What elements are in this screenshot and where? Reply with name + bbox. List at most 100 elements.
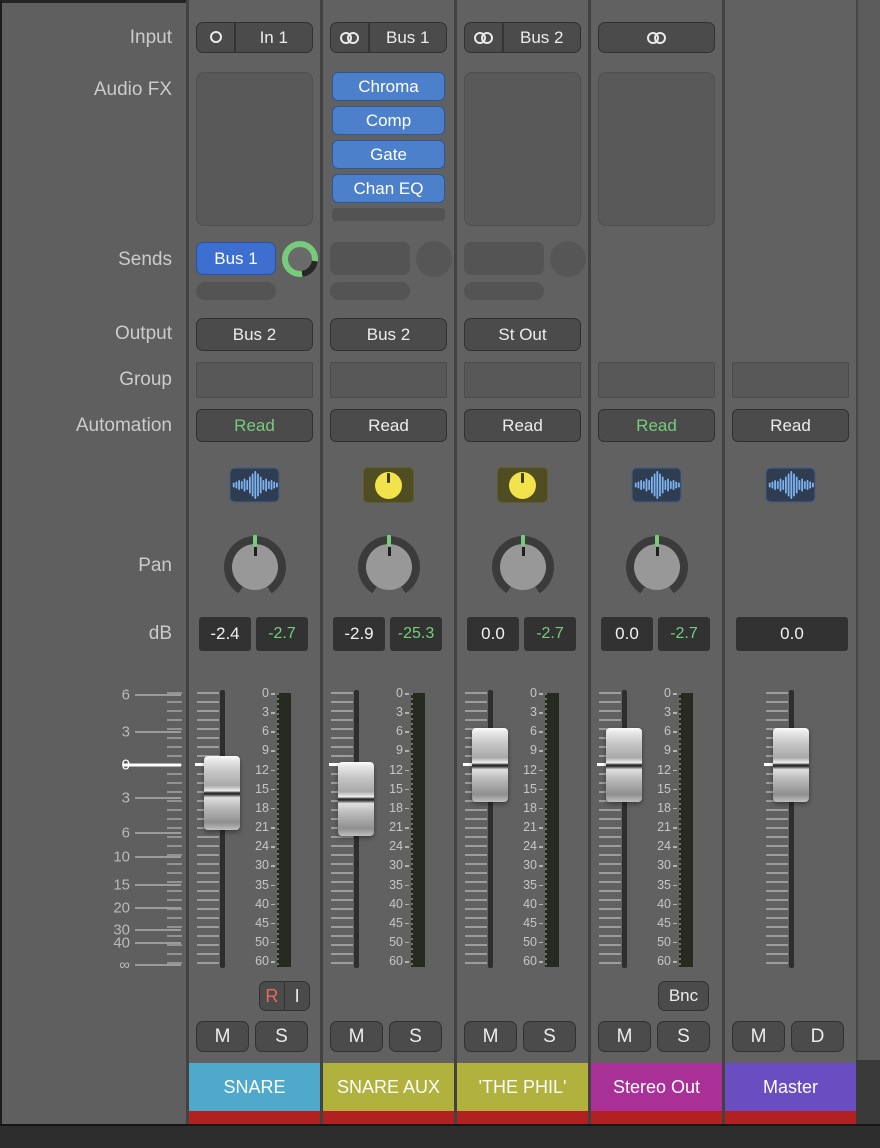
meter-scale-label: 50 <box>353 935 403 949</box>
input-select[interactable]: Bus 1 <box>330 22 447 53</box>
meter-scale-label: 45 <box>353 916 403 930</box>
meter-scale-label: 21 <box>621 820 671 834</box>
peak-db-value[interactable]: -2.7 <box>256 617 308 651</box>
automation-mode-button[interactable]: Read <box>196 409 313 442</box>
track-name[interactable]: Stereo Out <box>591 1063 722 1111</box>
automation-mode-button[interactable]: Read <box>330 409 447 442</box>
mute-button[interactable]: M <box>598 1021 651 1052</box>
track-type-icon[interactable] <box>229 467 280 503</box>
track-color-strip <box>189 1111 320 1124</box>
fx-empty-slot[interactable] <box>332 208 445 221</box>
volume-fader[interactable] <box>773 728 809 802</box>
empty-send-slot[interactable] <box>330 282 410 300</box>
input-monitor-button[interactable]: I <box>285 986 309 1007</box>
peak-db-value[interactable]: -2.7 <box>524 617 576 651</box>
pan-knob[interactable] <box>358 536 420 598</box>
input-format-icon <box>599 32 714 44</box>
fx-plugin-button[interactable]: Comp <box>332 106 445 135</box>
automation-mode-button[interactable]: Read <box>598 409 715 442</box>
meter-scale-label: 15 <box>219 782 269 796</box>
track-type-icon[interactable] <box>363 467 414 503</box>
meter-scale-label: 35 <box>353 878 403 892</box>
send-slot[interactable] <box>464 242 544 275</box>
peak-db-value[interactable]: -25.3 <box>390 617 442 651</box>
meter-scale-label: 40 <box>487 897 537 911</box>
volume-db-text: -2.4 <box>210 624 239 644</box>
solo-label: D <box>811 1026 825 1048</box>
record-enable-group[interactable]: R I <box>259 981 310 1011</box>
pan-knob[interactable] <box>224 536 286 598</box>
audio-fx-panel[interactable] <box>196 72 313 226</box>
automation-mode-button[interactable]: Read <box>732 409 849 442</box>
send-slot[interactable] <box>330 242 410 275</box>
empty-send-slot[interactable] <box>196 282 276 300</box>
send-slot[interactable]: Bus 1 <box>196 242 276 275</box>
meter-scale-label: 3 <box>219 705 269 719</box>
solo-button[interactable]: S <box>389 1021 442 1052</box>
solo-button[interactable]: S <box>657 1021 710 1052</box>
fx-plugin-button[interactable]: Chroma <box>332 72 445 101</box>
volume-db-value[interactable]: -2.4 <box>199 617 251 651</box>
mute-button[interactable]: M <box>732 1021 785 1052</box>
solo-button[interactable]: D <box>791 1021 844 1052</box>
meter-scale-label: 50 <box>487 935 537 949</box>
volume-db-value[interactable]: 0.0 <box>467 617 519 651</box>
meter-scale-label: 30 <box>487 858 537 872</box>
output-label: St Out <box>498 325 546 345</box>
pan-knob[interactable] <box>626 536 688 598</box>
meter-scale-label: 9 <box>621 743 671 757</box>
fx-plugin-button[interactable]: Gate <box>332 140 445 169</box>
meter-scale-label: 40 <box>353 897 403 911</box>
track-name[interactable]: SNARE AUX <box>323 1063 454 1111</box>
fx-plugin-button[interactable]: Chan EQ <box>332 174 445 203</box>
send-level-knob[interactable] <box>282 241 318 277</box>
input-select[interactable]: Bus 2 <box>464 22 581 53</box>
peak-db-value[interactable]: -2.7 <box>658 617 710 651</box>
group-slot[interactable] <box>330 362 447 398</box>
track-name[interactable]: 'THE PHIL' <box>457 1063 588 1111</box>
empty-send-slot[interactable] <box>464 282 544 300</box>
audio-fx-panel[interactable]: Chroma Comp Gate Chan EQ <box>330 72 447 226</box>
meter-scale-label: 3 <box>621 705 671 719</box>
volume-db-text: -2.9 <box>344 624 373 644</box>
volume-db-value[interactable]: 0.0 <box>736 617 848 651</box>
audio-fx-panel[interactable] <box>598 72 715 226</box>
send-level-knob[interactable] <box>416 241 452 277</box>
meter-scale-label: 40 <box>621 897 671 911</box>
mute-button[interactable]: M <box>330 1021 383 1052</box>
record-enable-button[interactable]: R <box>260 986 284 1007</box>
input-select[interactable]: In 1 <box>196 22 313 53</box>
meter-scale-label: 35 <box>219 878 269 892</box>
audio-fx-panel[interactable] <box>464 72 581 226</box>
track-type-icon[interactable] <box>765 467 816 503</box>
pan-knob[interactable] <box>492 536 554 598</box>
mute-button[interactable]: M <box>196 1021 249 1052</box>
input-label: In 1 <box>236 28 313 48</box>
mono-icon <box>210 28 222 48</box>
send-level-knob[interactable] <box>550 241 586 277</box>
track-color-strip <box>591 1111 722 1124</box>
track-name[interactable]: SNARE <box>189 1063 320 1111</box>
group-slot[interactable] <box>196 362 313 398</box>
track-name[interactable]: Master <box>725 1063 856 1111</box>
volume-db-value[interactable]: 0.0 <box>601 617 653 651</box>
solo-button[interactable]: S <box>255 1021 308 1052</box>
automation-mode-button[interactable]: Read <box>464 409 581 442</box>
volume-db-value[interactable]: -2.9 <box>333 617 385 651</box>
output-select[interactable]: Bus 2 <box>330 318 447 351</box>
automation-mode-label: Read <box>368 416 409 436</box>
solo-button[interactable]: S <box>523 1021 576 1052</box>
bounce-button[interactable]: Bnc <box>658 981 709 1011</box>
input-select[interactable] <box>598 22 715 53</box>
group-slot[interactable] <box>464 362 581 398</box>
solo-label: S <box>409 1026 422 1048</box>
mute-button[interactable]: M <box>464 1021 517 1052</box>
track-type-icon[interactable] <box>631 467 682 503</box>
track-type-icon[interactable] <box>497 467 548 503</box>
group-slot[interactable] <box>732 362 849 398</box>
meter-scale-label: 24 <box>353 839 403 853</box>
output-select[interactable]: Bus 2 <box>196 318 313 351</box>
output-select[interactable]: St Out <box>464 318 581 351</box>
peak-db-text: -2.7 <box>536 625 564 643</box>
group-slot[interactable] <box>598 362 715 398</box>
